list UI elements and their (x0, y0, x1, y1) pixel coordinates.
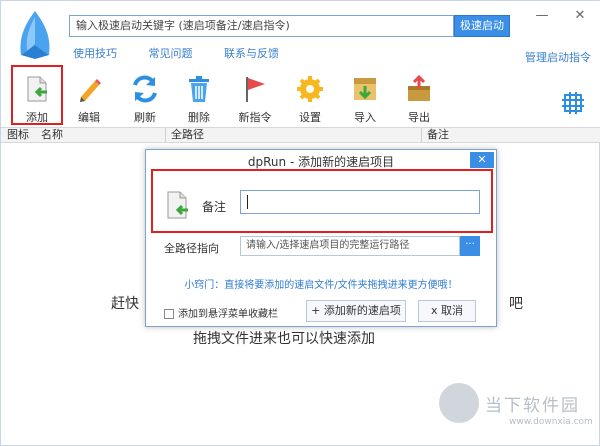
column-header: 图标 名称 全路径 备注 (1, 127, 600, 143)
watermark-url: www.downxia.com (509, 417, 593, 427)
search-input[interactable]: 输入极速启动关键字 (速启项备注/速启指令) (69, 15, 454, 37)
close-icon[interactable]: ✕ (573, 9, 587, 23)
watermark-logo-icon (439, 383, 479, 423)
col-separator[interactable] (421, 128, 422, 142)
favorite-checkbox[interactable] (164, 309, 174, 319)
refresh-button[interactable]: 刷新 (123, 75, 167, 124)
quick-launch-button[interactable]: 极速启动 (454, 15, 510, 37)
help-links: 使用技巧 常见问题 联系与反馈 (73, 45, 307, 61)
empty-hint-line1-left: 赶快 (111, 296, 139, 312)
edit-label: 编辑 (78, 111, 100, 124)
settings-label: 设置 (299, 111, 321, 124)
gear-icon (297, 76, 323, 102)
favorite-label: 添加到悬浮菜单收藏栏 (178, 309, 278, 320)
settings-button[interactable]: 设置 (288, 75, 332, 124)
delete-label: 删除 (188, 111, 210, 124)
app-logo-icon (20, 11, 50, 59)
drag-tip: 小窍门：直接将要添加的速启文件/文件夹拖拽进来更方便哦！ (184, 280, 458, 291)
col-fullpath[interactable]: 全路径 (171, 128, 204, 142)
col-note[interactable]: 备注 (427, 128, 449, 142)
manage-commands-link[interactable]: 管理启动指令 (525, 49, 591, 65)
app-window: 输入极速启动关键字 (速启项备注/速启指令) 极速启动 — ✕ 使用技巧 常见问… (0, 0, 600, 446)
export-label: 导出 (408, 111, 430, 124)
new-command-button[interactable]: 新指令 (233, 75, 277, 124)
import-box-icon (354, 78, 376, 100)
import-button[interactable]: 导入 (343, 75, 387, 124)
empty-hint-line1-right: 吧 (509, 296, 523, 312)
new-command-label: 新指令 (238, 111, 272, 124)
link-faq[interactable]: 常见问题 (149, 47, 193, 60)
pencil-icon (80, 79, 101, 102)
top-bar: 输入极速启动关键字 (速启项备注/速启指令) 极速启动 — ✕ 使用技巧 常见问… (1, 1, 600, 69)
col-icon[interactable]: 图标 (7, 128, 29, 142)
refresh-label: 刷新 (134, 111, 156, 124)
add-item-button[interactable]: + 添加新的速启项 (306, 300, 406, 322)
cancel-button[interactable]: x 取消 (418, 300, 476, 322)
import-label: 导入 (354, 111, 376, 124)
path-input[interactable]: 请输入/选择速启项目的完整运行路径 (240, 236, 460, 256)
toolbar: 添加 编辑 刷新 删除 新指令 设置 导入 导出 (1, 69, 600, 127)
path-label: 全路径指向 (164, 242, 219, 255)
grid-view-icon[interactable] (561, 91, 585, 115)
link-feedback[interactable]: 联系与反馈 (224, 47, 279, 60)
empty-hint-line2: 拖拽文件进来也可以快速添加 (193, 331, 375, 347)
watermark-text: 当下软件园 (485, 396, 580, 416)
minimize-icon[interactable]: — (535, 9, 549, 23)
link-tips[interactable]: 使用技巧 (73, 47, 117, 60)
col-name[interactable]: 名称 (41, 128, 63, 142)
add-button-highlight (11, 65, 63, 125)
delete-button[interactable]: 删除 (177, 75, 221, 124)
refresh-icon (133, 75, 157, 103)
flag-icon (246, 77, 265, 102)
browse-button[interactable]: ··· (460, 236, 480, 256)
note-field-highlight (151, 169, 493, 233)
dialog-close-button[interactable]: ✕ (470, 152, 494, 168)
trash-icon (189, 76, 209, 102)
favorite-checkbox-row[interactable]: 添加到悬浮菜单收藏栏 (164, 305, 278, 320)
export-box-icon (408, 74, 430, 101)
export-button[interactable]: 导出 (397, 74, 441, 124)
col-separator[interactable] (165, 128, 166, 142)
edit-button[interactable]: 编辑 (67, 75, 111, 124)
